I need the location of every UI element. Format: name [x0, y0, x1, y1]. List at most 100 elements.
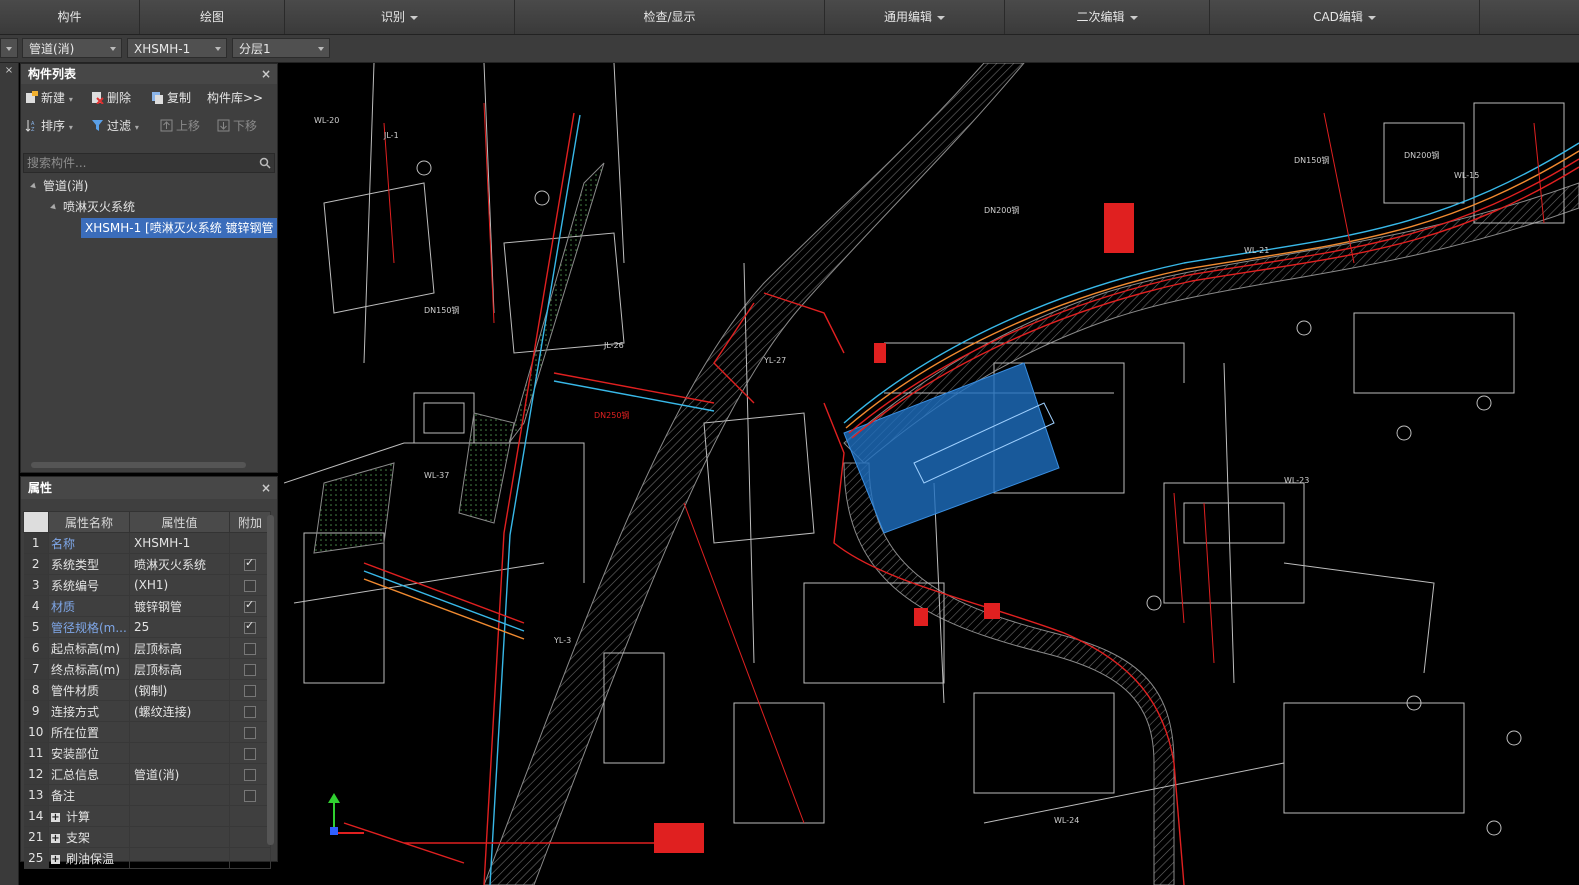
drawing-label: WL-15: [1454, 171, 1479, 180]
property-value[interactable]: [129, 805, 230, 827]
property-row[interactable]: 5 管径规格(m... 25: [23, 616, 271, 638]
tab-cad-edit[interactable]: CAD编辑: [1210, 0, 1480, 34]
drawing-label: DN200钢: [984, 205, 1019, 215]
extra-checkbox[interactable]: [244, 684, 256, 697]
extra-checkbox[interactable]: [244, 598, 256, 613]
property-extra: [229, 700, 271, 722]
property-row[interactable]: 8 管件材质 (钢制): [23, 679, 271, 701]
tab-draw[interactable]: 绘图: [140, 0, 285, 34]
extra-checkbox[interactable]: [244, 768, 256, 781]
property-value[interactable]: 管道(消): [129, 763, 230, 785]
vertical-scrollbar[interactable]: [267, 515, 274, 845]
expand-icon[interactable]: [30, 182, 38, 191]
property-value[interactable]: [129, 784, 230, 806]
extra-checkbox[interactable]: [244, 663, 256, 676]
select-all-cell[interactable]: [23, 511, 49, 533]
property-value[interactable]: [129, 826, 230, 848]
extra-checkbox[interactable]: [244, 619, 256, 634]
filter-icon: [92, 120, 103, 131]
extra-checkbox[interactable]: [244, 556, 256, 571]
property-value[interactable]: (钢制): [129, 679, 230, 701]
expand-icon[interactable]: [50, 203, 58, 212]
drawing-label: YL-27: [763, 356, 786, 365]
property-name: 起点标高(m): [48, 637, 130, 659]
property-value[interactable]: 层顶标高: [129, 637, 230, 659]
expand-plus-icon[interactable]: +: [51, 854, 60, 864]
property-row[interactable]: 2 系统类型 喷淋灭火系统: [23, 553, 271, 575]
arrow-up-icon: [160, 119, 173, 132]
property-row[interactable]: 3 系统编号 (XH1): [23, 574, 271, 596]
extra-checkbox[interactable]: [244, 579, 256, 592]
chevron-down-icon: [937, 15, 945, 20]
sort-button[interactable]: A Z 排序 ▾: [25, 116, 73, 136]
row-number: 11: [23, 742, 49, 764]
move-up-button[interactable]: 上移: [160, 116, 200, 136]
property-row[interactable]: 1 名称 XHSMH-1: [23, 532, 271, 554]
extra-checkbox[interactable]: [244, 747, 256, 760]
cad-drawing-canvas[interactable]: DN200钢 DN150钢 DN250钢 WL-20 WL-21 WL-23 W…: [284, 63, 1579, 885]
copy-button[interactable]: 复制: [151, 88, 191, 108]
component-library-button[interactable]: 构件库>>: [207, 88, 263, 108]
property-row[interactable]: 12 汇总信息 管道(消): [23, 763, 271, 785]
property-row[interactable]: 9 连接方式 (螺纹连接): [23, 700, 271, 722]
cad-drawing[interactable]: DN200钢 DN150钢 DN250钢 WL-20 WL-21 WL-23 W…: [284, 63, 1579, 885]
extra-checkbox[interactable]: [244, 789, 256, 802]
row-number: 1: [23, 532, 49, 554]
horizontal-scrollbar[interactable]: [31, 462, 246, 468]
panel-title: 构件列表 ×: [21, 64, 277, 84]
svg-text:Z: Z: [31, 127, 35, 132]
property-value[interactable]: [129, 847, 230, 869]
tab-check-display[interactable]: 检查/显示: [515, 0, 825, 34]
property-row[interactable]: 4 材质 镀锌钢管: [23, 595, 271, 617]
property-value[interactable]: 层顶标高: [129, 658, 230, 680]
property-value[interactable]: [129, 721, 230, 743]
extra-checkbox[interactable]: [244, 726, 256, 739]
expand-dropdown[interactable]: [0, 38, 18, 58]
property-value[interactable]: (螺纹连接): [129, 700, 230, 722]
layer-select[interactable]: 分层1: [232, 38, 330, 58]
tree-node-root[interactable]: 管道(消): [30, 176, 88, 196]
property-row[interactable]: 13 备注: [23, 784, 271, 806]
property-row[interactable]: 7 终点标高(m) 层顶标高: [23, 658, 271, 680]
property-row[interactable]: 25 + 刷油保温: [23, 847, 271, 869]
property-name: 系统类型: [48, 553, 130, 575]
property-row[interactable]: 21 + 支架: [23, 826, 271, 848]
property-value[interactable]: XHSMH-1: [129, 532, 230, 554]
property-group-label: 刷油保温: [66, 851, 115, 866]
close-icon[interactable]: ×: [0, 65, 18, 76]
delete-button[interactable]: 删除: [91, 88, 131, 108]
extra-checkbox[interactable]: [244, 705, 256, 718]
tab-general-edit[interactable]: 通用编辑: [825, 0, 1005, 34]
tree-node-system[interactable]: 喷淋灭火系统: [50, 197, 135, 217]
tab-recognize[interactable]: 识别: [285, 0, 515, 34]
property-value[interactable]: 喷淋灭火系统: [129, 553, 230, 575]
expand-plus-icon[interactable]: +: [51, 833, 60, 843]
chevron-down-icon: [318, 47, 324, 51]
drawing-label: YL-3: [553, 636, 571, 645]
filter-button[interactable]: 过滤 ▾: [91, 116, 139, 136]
tree-node-selected-component[interactable]: XHSMH-1 [喷淋灭火系统 镀锌钢管: [81, 218, 277, 238]
property-value[interactable]: 镀锌钢管: [129, 595, 230, 617]
property-value[interactable]: (XH1): [129, 574, 230, 596]
property-row[interactable]: 14 + 计算: [23, 805, 271, 827]
close-icon[interactable]: ×: [261, 477, 271, 499]
expand-plus-icon[interactable]: +: [51, 812, 60, 822]
move-down-button[interactable]: 下移: [217, 116, 257, 136]
close-icon[interactable]: ×: [261, 64, 271, 84]
tab-component[interactable]: 构件: [0, 0, 140, 34]
property-value[interactable]: [129, 742, 230, 764]
property-row[interactable]: 11 安装部位: [23, 742, 271, 764]
selector-bar: 管道(消) XHSMH-1 分层1: [0, 35, 1579, 63]
category-select[interactable]: 管道(消): [22, 38, 122, 58]
tab-secondary-edit[interactable]: 二次编辑: [1005, 0, 1210, 34]
property-name: 管径规格(m...: [48, 616, 130, 638]
property-row[interactable]: 10 所在位置: [23, 721, 271, 743]
property-value[interactable]: 25: [129, 616, 230, 638]
component-select[interactable]: XHSMH-1: [127, 38, 227, 58]
new-button[interactable]: 新建 ▾: [25, 88, 73, 108]
property-row[interactable]: 6 起点标高(m) 层顶标高: [23, 637, 271, 659]
extra-checkbox[interactable]: [244, 642, 256, 655]
component-search-input[interactable]: 搜索构件...: [23, 153, 275, 173]
property-extra: [229, 658, 271, 680]
arrow-down-icon: [217, 119, 230, 132]
